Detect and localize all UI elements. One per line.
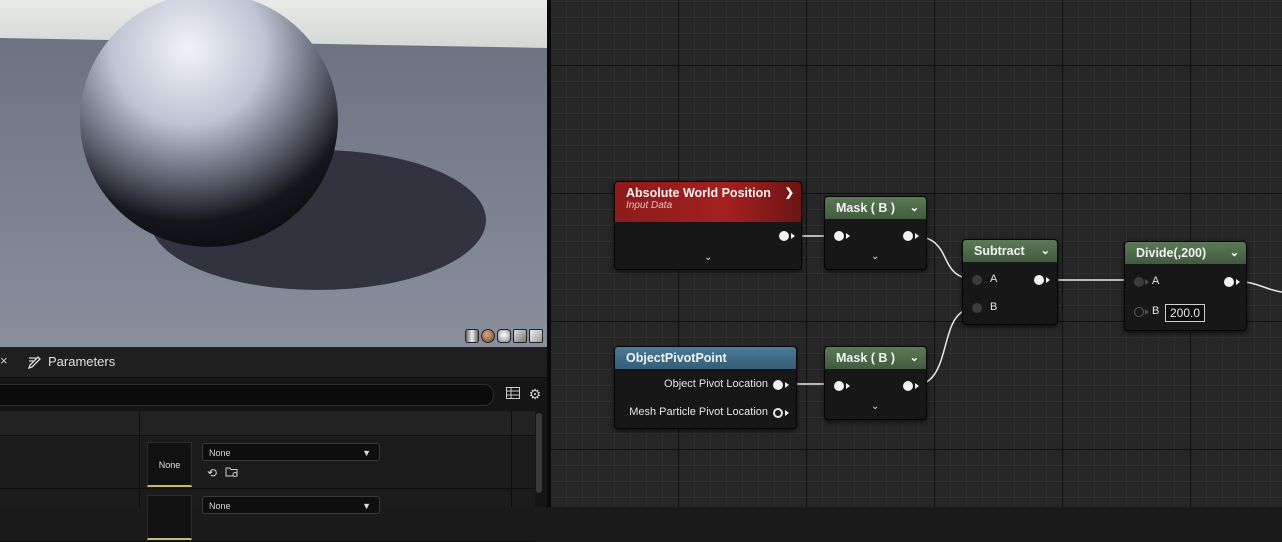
pin-arrow-icon xyxy=(1236,279,1240,285)
output-pin-object-pivot[interactable] xyxy=(773,380,783,390)
property-list: None None ▼ ⟲ None ▼ xyxy=(0,411,535,542)
viewport-scene xyxy=(0,0,547,347)
material-graph-canvas[interactable]: Absolute World Position Input Data ❯ ⌄ M… xyxy=(551,0,1282,507)
pin-label-object-pivot-location: Object Pivot Location xyxy=(664,378,768,390)
cube-preview-icon[interactable] xyxy=(513,329,527,343)
chevron-down-icon[interactable]: ❯ xyxy=(785,182,794,204)
panel-scrollbar[interactable] xyxy=(536,413,542,493)
node-title: Subtract xyxy=(974,244,1025,258)
texture-combo-value: None xyxy=(209,501,231,511)
tab-parameters-label: Parameters xyxy=(48,354,116,369)
pin-arrow-icon xyxy=(1145,279,1149,285)
gear-icon[interactable]: ⚙ xyxy=(526,385,544,403)
node-title: Divide(,200) xyxy=(1136,246,1207,260)
pin-arrow-icon xyxy=(915,233,919,239)
node-absolute-world-position[interactable]: Absolute World Position Input Data ❯ ⌄ xyxy=(614,181,802,270)
expand-node-icon[interactable]: ⌄ xyxy=(871,401,879,412)
output-pin[interactable] xyxy=(1034,275,1044,285)
input-pin-a[interactable] xyxy=(972,275,982,285)
pin-arrow-icon xyxy=(846,233,850,239)
pin-label-mesh-particle-pivot: Mesh Particle Pivot Location xyxy=(629,406,768,418)
output-pin[interactable] xyxy=(779,231,789,241)
node-title: Mask ( B ) xyxy=(836,201,896,215)
texture-thumbnail[interactable] xyxy=(147,495,192,540)
custom-mesh-preview-icon[interactable] xyxy=(529,329,543,343)
preview-viewport[interactable] xyxy=(0,0,547,347)
expand-node-icon[interactable]: ⌄ xyxy=(704,252,712,263)
pin-label-a: A xyxy=(990,273,998,285)
output-pin-mesh-particle-pivot[interactable] xyxy=(773,408,783,418)
expand-node-icon[interactable]: ⌄ xyxy=(871,251,879,262)
pin-arrow-icon xyxy=(915,383,919,389)
chevron-down-icon: ▼ xyxy=(362,501,371,511)
preview-sphere xyxy=(80,0,338,247)
texture-combo[interactable]: None ▼ xyxy=(202,496,380,514)
chevron-down-icon[interactable]: ⌄ xyxy=(910,347,919,369)
node-divide[interactable]: Divide(,200) ⌄ A B 200.0 xyxy=(1124,241,1247,331)
texture-thumbnail[interactable]: None xyxy=(147,442,192,487)
node-title: Mask ( B ) xyxy=(836,351,896,365)
input-pin[interactable] xyxy=(834,381,844,391)
pin-label-a: A xyxy=(1152,275,1160,287)
input-pin-b[interactable] xyxy=(972,303,982,313)
output-pin[interactable] xyxy=(1224,277,1234,287)
texture-combo-value: None xyxy=(209,448,231,458)
node-header: Mask ( B ) ⌄ xyxy=(825,347,926,369)
use-selected-asset-icon[interactable]: ⟲ xyxy=(207,466,217,481)
input-pin-a[interactable] xyxy=(1134,277,1144,287)
pin-label-b: B xyxy=(990,301,998,313)
property-row: None None ▼ ⟲ xyxy=(0,436,535,489)
panel-tab-bar: × Parameters xyxy=(0,347,547,378)
details-panel: × Parameters ⚙ None None ▼ ⟲ None ▼ xyxy=(0,347,547,542)
input-pin[interactable] xyxy=(834,231,844,241)
pin-arrow-icon xyxy=(846,383,850,389)
output-pin[interactable] xyxy=(903,231,913,241)
output-pin[interactable] xyxy=(903,381,913,391)
cylinder-preview-icon[interactable] xyxy=(465,329,479,343)
tab-parameters[interactable]: Parameters xyxy=(28,354,115,369)
chevron-down-icon[interactable]: ⌄ xyxy=(910,197,919,219)
node-header: Divide(,200) ⌄ xyxy=(1125,242,1246,264)
node-title: Absolute World Position xyxy=(626,186,771,200)
search-input[interactable] xyxy=(0,384,494,406)
node-header: Subtract ⌄ xyxy=(963,240,1057,262)
pin-arrow-icon xyxy=(1145,309,1149,315)
table-view-icon[interactable] xyxy=(504,385,522,403)
pin-arrow-icon xyxy=(785,410,789,416)
sphere-preview-icon[interactable] xyxy=(481,329,495,343)
node-header: Absolute World Position Input Data ❯ xyxy=(615,182,801,222)
plane-preview-icon[interactable] xyxy=(497,329,511,343)
pin-arrow-icon xyxy=(1046,277,1050,283)
input-pin-b[interactable] xyxy=(1134,307,1144,317)
search-row: ⚙ xyxy=(0,381,547,407)
chevron-down-icon[interactable]: ⌄ xyxy=(1230,242,1239,264)
texture-combo[interactable]: None ▼ xyxy=(202,443,380,461)
divide-b-value-input[interactable]: 200.0 xyxy=(1165,304,1206,322)
property-row: None ▼ xyxy=(0,489,535,542)
node-header: Mask ( B ) ⌄ xyxy=(825,197,926,219)
pin-label-b: B xyxy=(1152,305,1160,317)
node-subtract[interactable]: Subtract ⌄ A B xyxy=(962,239,1058,325)
asset-actions: ⟲ xyxy=(207,466,239,481)
pin-arrow-icon xyxy=(791,233,795,239)
node-header: ObjectPivotPoint xyxy=(615,347,796,369)
pin-arrow-icon xyxy=(785,382,789,388)
chevron-down-icon: ▼ xyxy=(362,448,371,458)
close-tab-button[interactable]: × xyxy=(0,353,8,368)
chevron-down-icon[interactable]: ⌄ xyxy=(1041,240,1050,262)
browse-asset-icon[interactable] xyxy=(225,466,239,481)
node-mask-b-bottom[interactable]: Mask ( B ) ⌄ ⌄ xyxy=(824,346,927,420)
property-category-header[interactable] xyxy=(0,411,535,436)
preview-mode-toolbar xyxy=(465,329,543,343)
node-title: ObjectPivotPoint xyxy=(626,351,727,365)
node-object-pivot-point[interactable]: ObjectPivotPoint Object Pivot Location M… xyxy=(614,346,797,429)
node-mask-b-top[interactable]: Mask ( B ) ⌄ ⌄ xyxy=(824,196,927,270)
node-subtitle: Input Data xyxy=(626,200,673,211)
parameters-icon xyxy=(28,355,41,369)
